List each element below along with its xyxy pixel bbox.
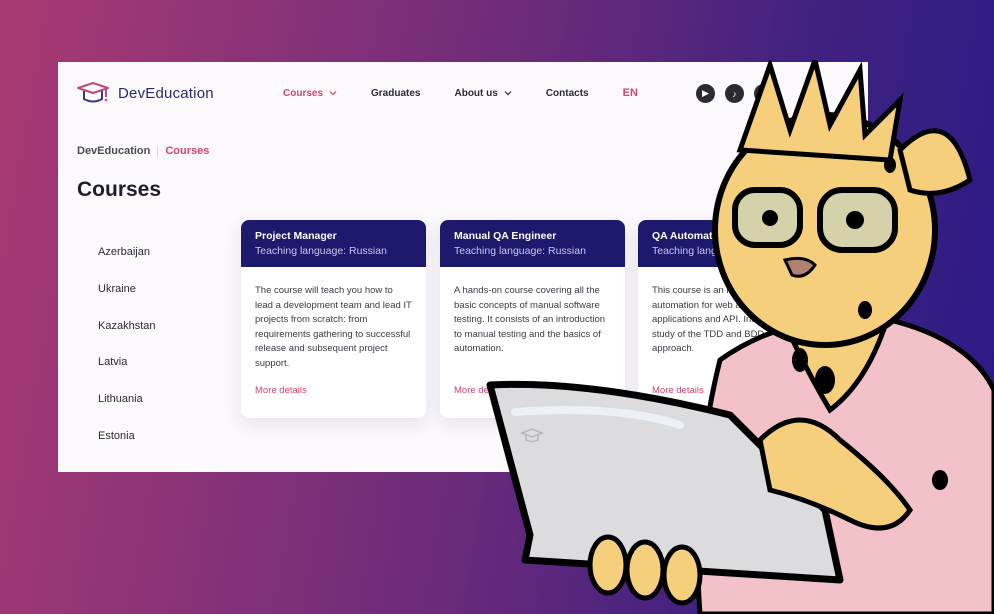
mascot-ear xyxy=(897,128,973,196)
more-details-link[interactable]: More details xyxy=(241,385,426,396)
country-item[interactable]: Latvia xyxy=(98,356,155,393)
country-item[interactable]: Ukraine xyxy=(98,283,155,320)
mascot-hair xyxy=(736,60,904,163)
course-card-header: Project Manager Teaching language: Russi… xyxy=(241,220,426,267)
country-list: Azerbaijan Ukraine Kazakhstan Latvia Lit… xyxy=(98,246,155,467)
page-title: Courses xyxy=(77,178,162,201)
country-item[interactable]: Estonia xyxy=(98,430,155,467)
cheetah-mascot-illustration xyxy=(486,60,994,614)
nav-courses-label: Courses xyxy=(283,87,324,99)
breadcrumb: DevEducation Courses xyxy=(77,145,209,157)
graduation-cap-icon xyxy=(77,82,109,103)
mascot-hand xyxy=(587,534,703,606)
logo-text: DevEducation xyxy=(118,84,214,102)
nav-graduates[interactable]: Graduates xyxy=(371,88,420,99)
chevron-down-icon xyxy=(329,91,337,96)
nav-graduates-label: Graduates xyxy=(371,87,421,99)
breadcrumb-current: Courses xyxy=(165,145,210,157)
course-language: Teaching language: Russian xyxy=(255,245,387,257)
nav-courses[interactable]: Courses xyxy=(283,88,337,99)
course-title: Project Manager xyxy=(255,230,337,242)
course-description: The course will teach you how to lead a … xyxy=(255,285,412,369)
breadcrumb-home[interactable]: DevEducation xyxy=(77,145,159,157)
logo[interactable]: DevEducation xyxy=(76,80,214,106)
country-item[interactable]: Kazakhstan xyxy=(98,320,155,357)
course-card[interactable]: Project Manager Teaching language: Russi… xyxy=(241,220,426,418)
country-item[interactable]: Azerbaijan xyxy=(98,246,155,283)
country-item[interactable]: Lithuania xyxy=(98,393,155,430)
